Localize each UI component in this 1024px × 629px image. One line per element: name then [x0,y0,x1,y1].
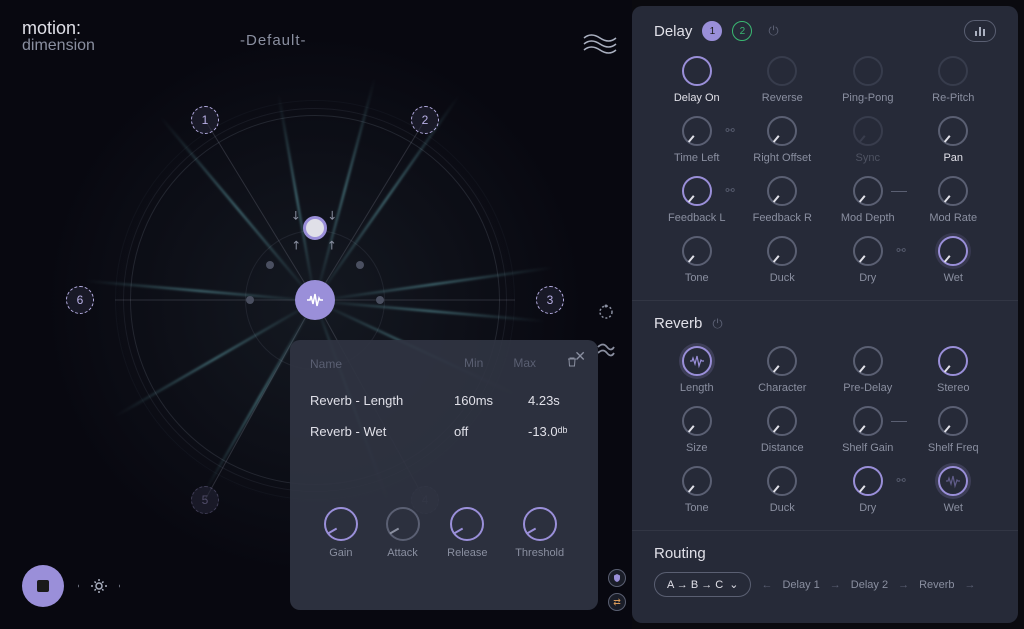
orbit-node-3[interactable]: 3 [536,286,564,314]
chain-delay1: Delay 1 [782,579,819,591]
pan-knob[interactable] [938,116,968,146]
attack-knob[interactable]: Attack [386,507,420,559]
app-logo: motion: dimension [22,18,95,55]
arrow-icon: → [830,579,841,591]
logo-top: motion: [22,18,81,38]
chain-delay2: Delay 2 [851,579,888,591]
popup-col-max: Max [513,356,536,371]
reverse-toggle[interactable] [767,56,797,86]
logo-bottom: dimension [22,37,95,55]
link-line [891,191,907,192]
popup-col-name: Name [310,357,342,371]
param-min[interactable]: off [454,424,504,439]
mod-rate-knob[interactable] [938,176,968,206]
reverb-length-knob[interactable] [682,346,712,376]
orbit-node-6[interactable]: 6 [66,286,94,314]
reverb-dry-knob[interactable] [853,466,883,496]
swap-icon[interactable]: ⇄ [608,593,626,611]
gain-knob[interactable]: Gain [324,507,358,559]
close-icon[interactable]: ✕ [574,348,586,365]
routing-section: Routing A → B → C ⌄ ← Delay 1 → Delay 2 … [654,545,996,597]
playhead-target[interactable] [303,216,327,240]
distance-knob[interactable] [767,406,797,436]
reverb-tone-knob[interactable] [682,466,712,496]
reverb-wet-knob[interactable] [938,466,968,496]
delay-dry-knob[interactable] [853,236,883,266]
param-name: Reverb - Length [310,393,403,408]
delay-tone-knob[interactable] [682,236,712,266]
delay-duck-knob[interactable] [767,236,797,266]
stop-button[interactable] [22,565,64,607]
routing-select[interactable]: A → B → C ⌄ [654,572,751,597]
popup-row[interactable]: Reverb - Wet off -13.0ᵈᵇ [310,416,578,447]
popup-row[interactable]: Reverb - Length 160ms 4.23s [310,385,578,416]
popup-col-min: Min [464,356,483,371]
parameter-popup: Name Min Max ✕ Reverb - Length 160ms 4.2… [290,340,598,610]
delay-section-header: Delay 1 2 ⏻ [654,20,996,42]
delay-tab-2[interactable]: 2 [732,21,752,41]
chain-reverb: Reverb [919,579,954,591]
pingpong-toggle[interactable] [853,56,883,86]
link-icon[interactable]: ⚯ [726,124,735,137]
right-panel: Delay 1 2 ⏻ Delay On Reverse Ping-Pong R… [632,6,1018,623]
link-icon[interactable]: ⚯ [897,244,906,257]
delay-on-toggle[interactable] [682,56,712,86]
character-knob[interactable] [767,346,797,376]
orbit-node-2[interactable]: 2 [411,106,439,134]
sync-knob[interactable] [853,116,883,146]
settings-button[interactable] [78,565,120,607]
delay-knob-grid: Delay On Reverse Ping-Pong Re-Pitch Time… [654,56,996,284]
orbit-node-1[interactable]: 1 [191,106,219,134]
param-max[interactable]: -13.0ᵈᵇ [528,424,578,439]
predelay-knob[interactable] [853,346,883,376]
shelf-gain-knob[interactable] [853,406,883,436]
link-line [891,421,907,422]
feedback-l-knob[interactable] [682,176,712,206]
wave-icon[interactable] [582,26,618,62]
link-icon[interactable]: ⚯ [897,474,906,487]
repitch-toggle[interactable] [938,56,968,86]
center-node[interactable] [295,280,335,320]
param-min[interactable]: 160ms [454,393,504,408]
feedback-r-knob[interactable] [767,176,797,206]
divider [632,300,1018,301]
stereo-knob[interactable] [938,346,968,376]
release-knob[interactable]: Release [447,507,487,559]
delay-wet-knob[interactable] [938,236,968,266]
power-icon[interactable]: ⏻ [768,23,778,39]
shield-icon[interactable] [608,569,626,587]
mod-depth-knob[interactable] [853,176,883,206]
reverb-duck-knob[interactable] [767,466,797,496]
power-icon[interactable]: ⏻ [712,316,722,332]
chevron-down-icon: ⌄ [729,578,738,591]
arrow-icon: ← [761,579,772,591]
param-max[interactable]: 4.23s [528,393,578,408]
preset-selector[interactable]: -Default- [240,32,307,49]
arrow-icon: → [965,579,976,591]
reverb-section-header: Reverb ⏻ [654,315,996,332]
orbit-node-5[interactable]: 5 [191,486,219,514]
link-icon[interactable]: ⚯ [726,184,735,197]
time-left-knob[interactable] [682,116,712,146]
main-visualizer: motion: dimension -Default- [0,0,632,629]
delay-tab-1[interactable]: 1 [702,21,722,41]
divider [632,530,1018,531]
orbit-mode-icon[interactable] [594,300,618,324]
param-name: Reverb - Wet [310,424,386,439]
shelf-freq-knob[interactable] [938,406,968,436]
threshold-knob[interactable]: Threshold [515,507,564,559]
meter-icon[interactable] [964,20,996,42]
reverb-knob-grid: Length Character Pre-Delay Stereo Size D… [654,346,996,514]
size-knob[interactable] [682,406,712,436]
arrow-icon: → [898,579,909,591]
right-offset-knob[interactable] [767,116,797,146]
